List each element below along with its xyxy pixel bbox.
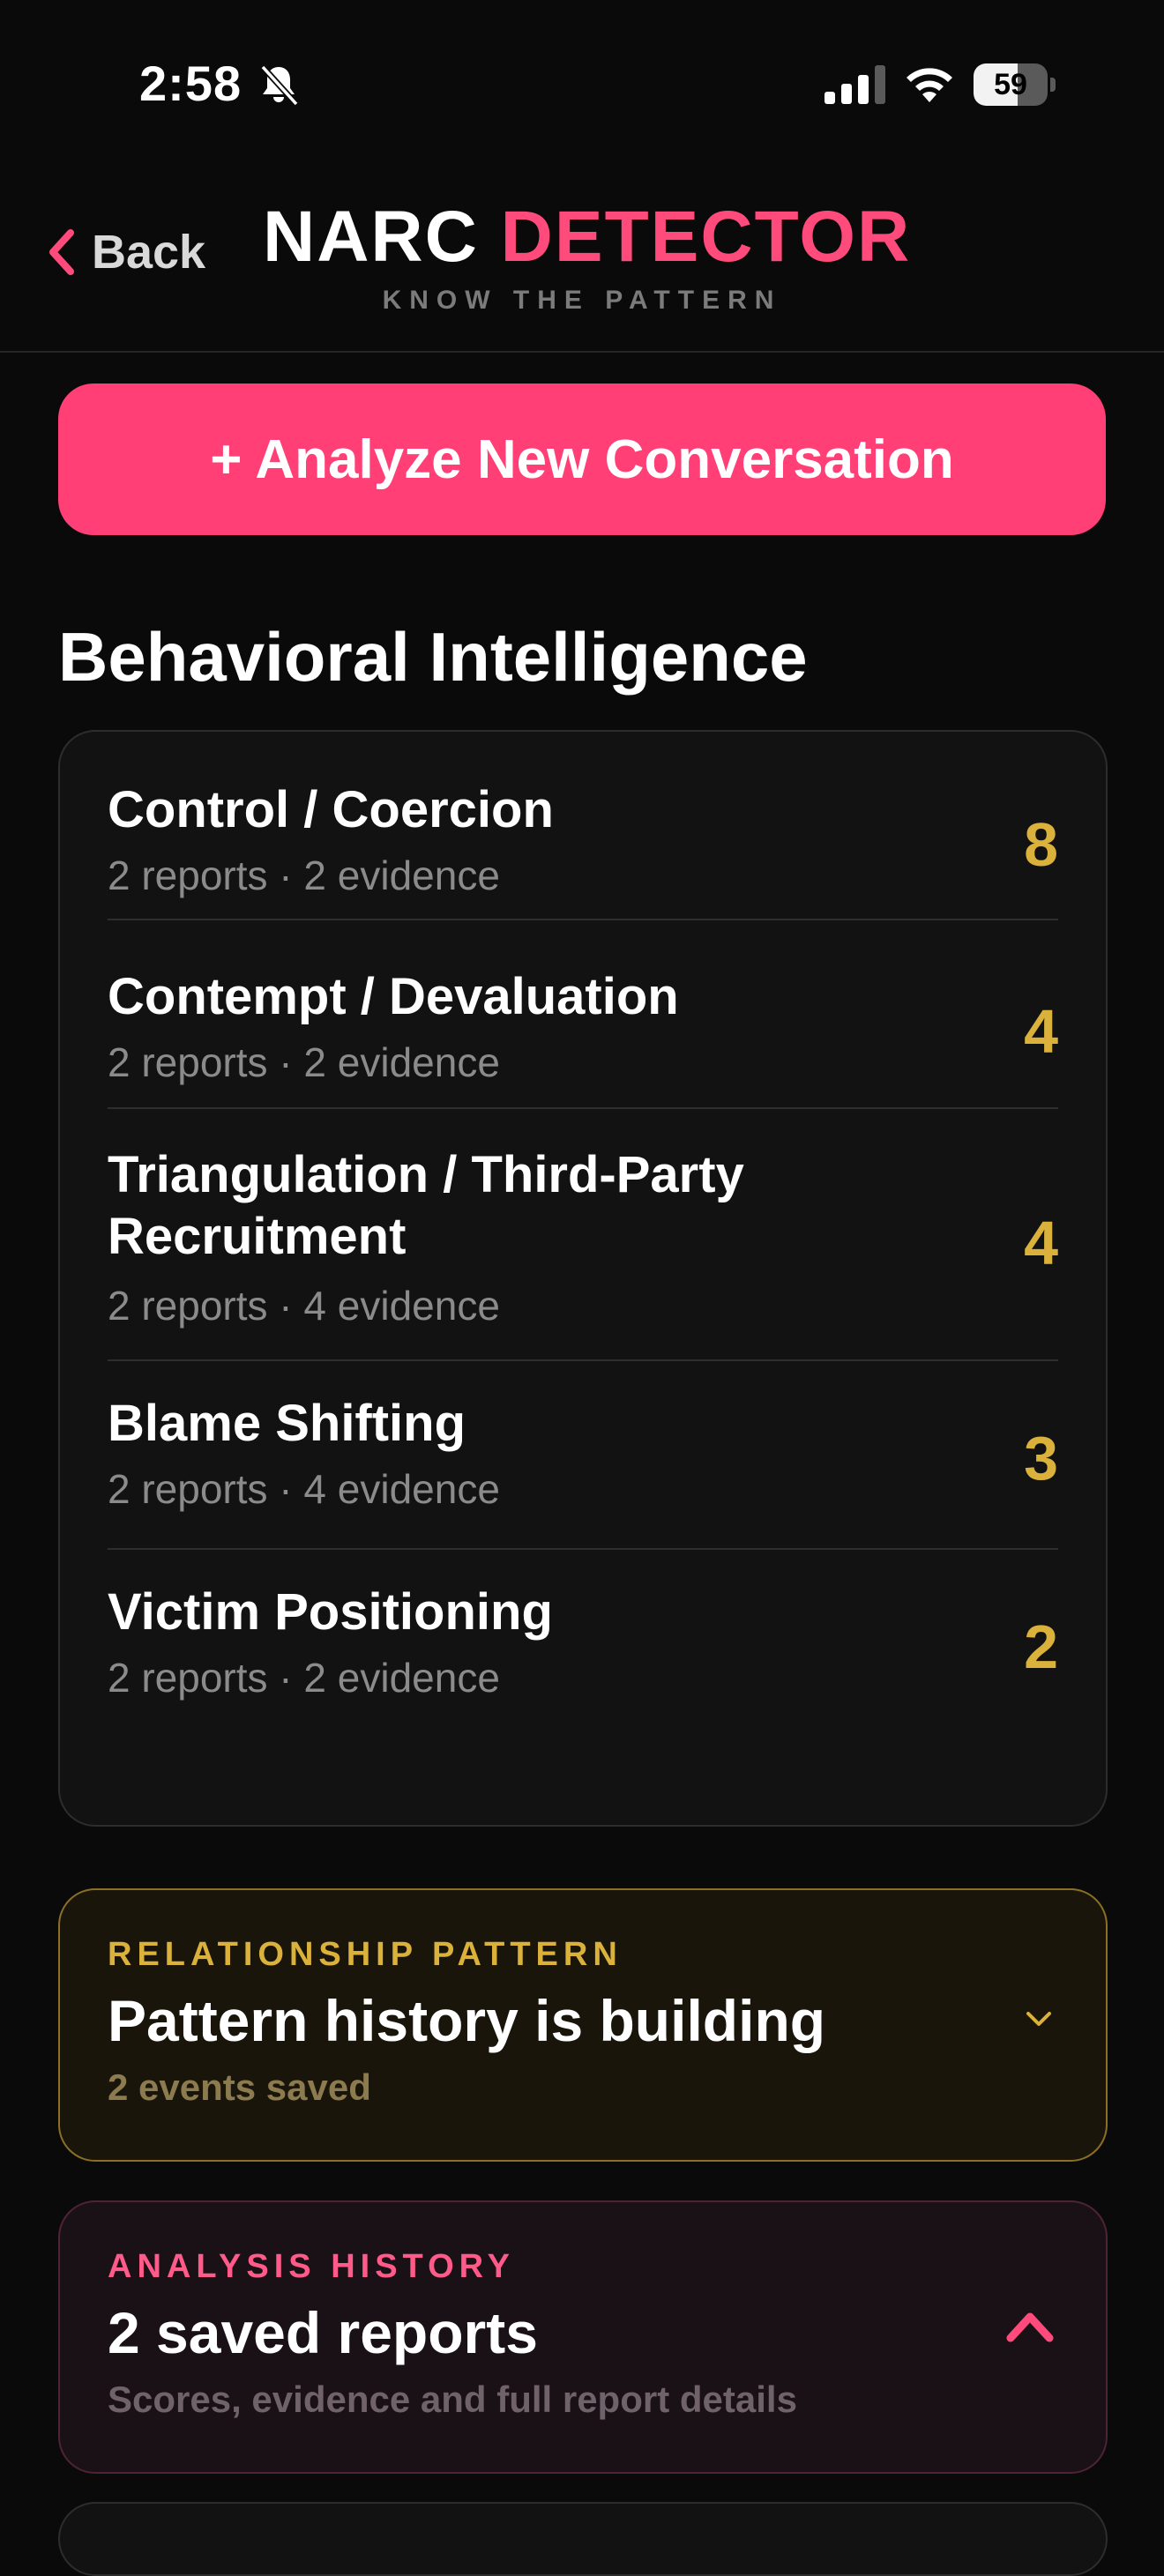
app-title: NARC DETECTOR bbox=[263, 196, 911, 279]
behavior-meta: 2 reports · 2 evidence bbox=[108, 1655, 500, 1701]
battery-body: 59 bbox=[974, 63, 1048, 106]
back-button[interactable]: Back bbox=[46, 226, 205, 279]
behavior-meta: 2 reports · 4 evidence bbox=[108, 1466, 500, 1512]
chevron-left-icon bbox=[49, 229, 74, 275]
behavior-score: 4 bbox=[1024, 1209, 1058, 1277]
pattern-eyebrow: RELATIONSHIP PATTERN bbox=[108, 1936, 623, 1973]
back-label: Back bbox=[92, 226, 206, 279]
battery-cap bbox=[1050, 78, 1056, 92]
nav-header: Back NARC DETECTOR KNOW THE PATTERN bbox=[0, 168, 1164, 353]
battery-indicator: 59 bbox=[974, 63, 1056, 106]
behavior-meta: 2 reports · 2 evidence bbox=[108, 852, 500, 898]
status-time: 2:58 bbox=[139, 56, 242, 111]
pattern-heading: Pattern history is building bbox=[108, 1988, 826, 2053]
analyze-new-conversation-button[interactable]: + Analyze New Conversation bbox=[58, 383, 1106, 535]
behavior-row[interactable]: Victim Positioning 2 reports · 2 evidenc… bbox=[108, 1550, 1058, 1737]
behavior-label: Blame Shifting bbox=[108, 1395, 466, 1452]
behavior-row[interactable]: Blame Shifting 2 reports · 4 evidence 3 bbox=[108, 1361, 1058, 1550]
analysis-history-card[interactable]: ANALYSIS HISTORY 2 saved reports Scores,… bbox=[58, 2200, 1108, 2474]
wifi-icon bbox=[907, 68, 952, 102]
cellular-signal-icon bbox=[824, 65, 885, 104]
behavior-score: 4 bbox=[1024, 997, 1058, 1066]
history-subtext: Scores, evidence and full report details bbox=[108, 2379, 797, 2420]
app-title-part1: NARC bbox=[263, 197, 479, 277]
behavioral-intelligence-card: Control / Coercion 2 reports · 2 evidenc… bbox=[58, 730, 1108, 1827]
behavior-score: 8 bbox=[1024, 810, 1058, 879]
behavior-row[interactable]: Contempt / Devaluation 2 reports · 2 evi… bbox=[108, 920, 1058, 1109]
chevron-down-icon bbox=[1026, 2012, 1051, 2026]
behavior-label: Victim Positioning bbox=[108, 1583, 553, 1641]
behavior-meta: 2 reports · 2 evidence bbox=[108, 1039, 500, 1085]
behavior-row[interactable]: Control / Coercion 2 reports · 2 evidenc… bbox=[108, 779, 1058, 920]
battery-percent: 59 bbox=[994, 68, 1027, 101]
chevron-up-icon bbox=[1006, 2312, 1054, 2342]
status-bar: 2:58 59 bbox=[0, 0, 1164, 168]
relationship-pattern-card[interactable]: RELATIONSHIP PATTERN Pattern history is … bbox=[58, 1888, 1108, 2162]
behavior-meta: 2 reports · 4 evidence bbox=[108, 1283, 500, 1329]
behavior-label: Contempt / Devaluation bbox=[108, 968, 679, 1025]
history-heading: 2 saved reports bbox=[108, 2300, 538, 2365]
section-title: Behavioral Intelligence bbox=[58, 618, 808, 696]
behavior-label: Control / Coercion bbox=[108, 781, 554, 838]
history-eyebrow: ANALYSIS HISTORY bbox=[108, 2248, 516, 2285]
pattern-subtext: 2 events saved bbox=[108, 2066, 371, 2108]
behavior-score: 2 bbox=[1024, 1612, 1058, 1681]
behavior-row[interactable]: Triangulation / Third-Party Recruitment … bbox=[108, 1109, 1058, 1361]
bell-slash-icon bbox=[260, 64, 299, 107]
report-card-partial[interactable] bbox=[58, 2502, 1108, 2576]
behavior-label: Triangulation / Third-Party Recruitment bbox=[108, 1146, 744, 1265]
app-title-part2: DETECTOR bbox=[500, 197, 912, 277]
app-subtitle: KNOW THE PATTERN bbox=[382, 286, 782, 315]
behavior-score: 3 bbox=[1024, 1424, 1058, 1493]
